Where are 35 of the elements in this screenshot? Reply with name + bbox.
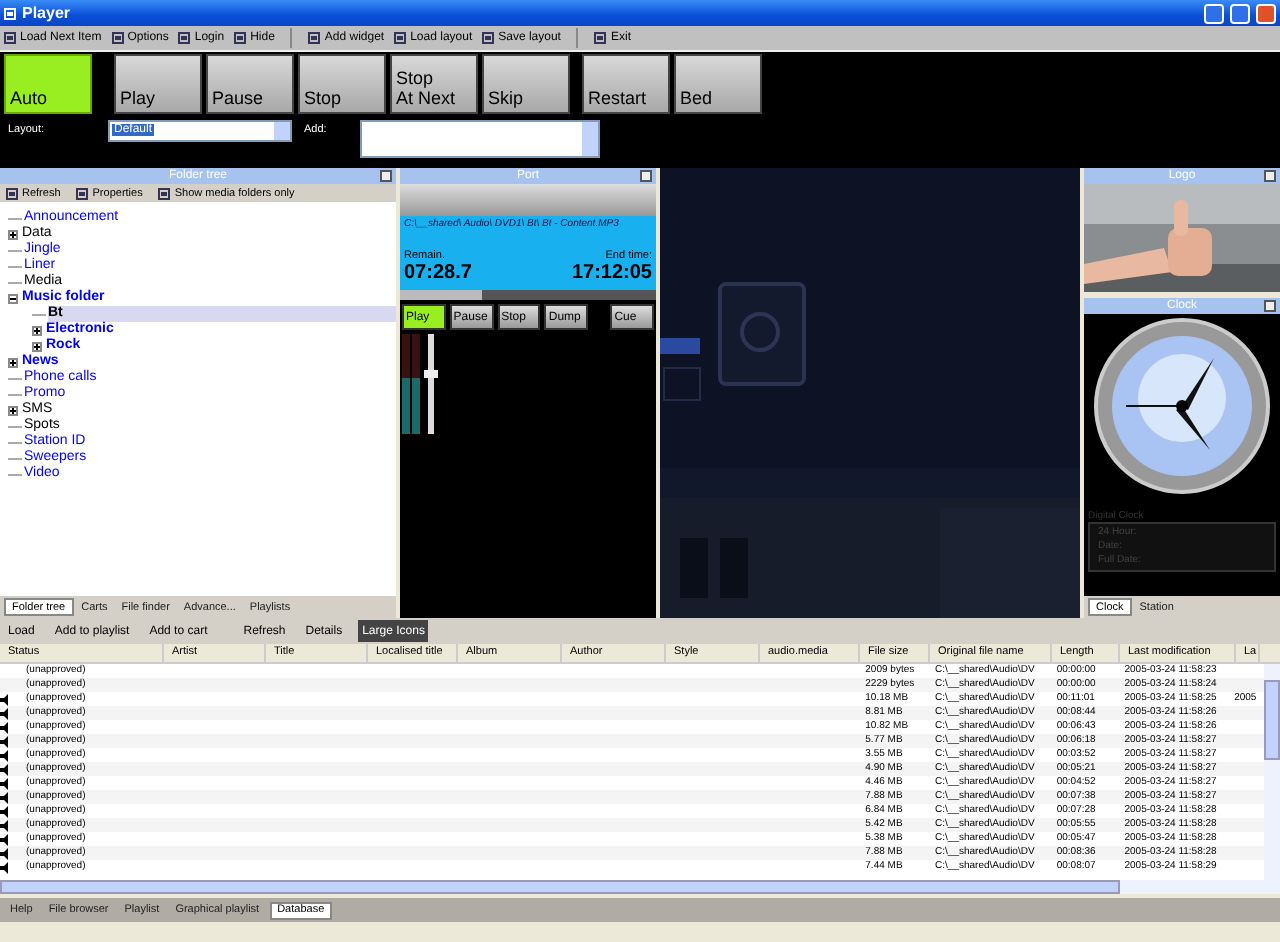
close-button[interactable] bbox=[1256, 3, 1276, 23]
remain-time: 07:28.7 bbox=[404, 262, 472, 284]
expand-icon[interactable] bbox=[8, 357, 18, 367]
transport-button[interactable]: Stop bbox=[298, 54, 386, 114]
window-icon bbox=[482, 32, 495, 44]
window-title: Player bbox=[22, 4, 71, 22]
expand-icon[interactable] bbox=[32, 341, 42, 351]
transport-button[interactable]: Play bbox=[114, 54, 202, 114]
add-select[interactable] bbox=[360, 120, 600, 158]
transport-button[interactable]: Bed bbox=[674, 54, 762, 114]
transport-button[interactable]: Skip bbox=[482, 54, 570, 114]
end-time: 17:12:05 bbox=[571, 262, 652, 284]
expand-icon[interactable] bbox=[32, 325, 42, 335]
expand-icon[interactable] bbox=[8, 405, 18, 415]
horizontal-scrollbar[interactable] bbox=[0, 880, 1280, 894]
restore-button[interactable] bbox=[1230, 3, 1250, 23]
close-icon[interactable] bbox=[1264, 300, 1276, 312]
transport-button[interactable]: Pause bbox=[206, 54, 294, 114]
close-icon[interactable] bbox=[640, 170, 652, 182]
transport-button[interactable]: Auto bbox=[4, 54, 92, 114]
collapse-icon[interactable] bbox=[8, 293, 18, 303]
close-icon[interactable] bbox=[1264, 170, 1276, 182]
transport-button[interactable]: Restart bbox=[582, 54, 670, 114]
window-icon bbox=[234, 32, 247, 44]
minimize-button[interactable] bbox=[1204, 3, 1224, 23]
progress-bar[interactable] bbox=[400, 290, 656, 300]
app-icon bbox=[4, 7, 16, 19]
transport-button[interactable]: Stop At Next bbox=[390, 54, 478, 114]
vertical-scrollbar[interactable] bbox=[1264, 664, 1280, 880]
level-meter-drawing bbox=[402, 334, 442, 434]
window-icon bbox=[111, 32, 124, 44]
window-icon bbox=[308, 32, 321, 44]
window-icon bbox=[394, 32, 407, 44]
expand-icon[interactable] bbox=[8, 229, 18, 239]
close-icon[interactable] bbox=[380, 170, 392, 182]
